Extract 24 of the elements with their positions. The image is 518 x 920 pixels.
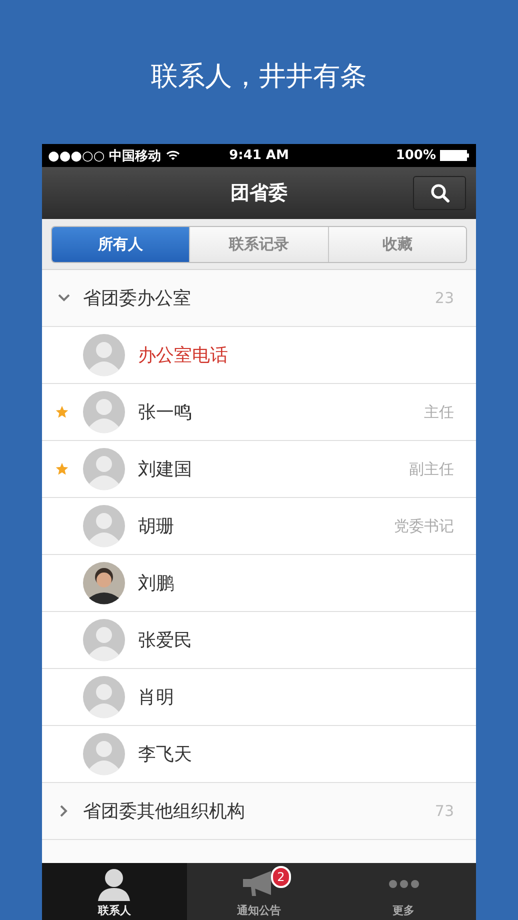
search-button[interactable]	[413, 176, 466, 210]
search-icon	[430, 183, 450, 203]
contact-row[interactable]: 胡珊 党委书记	[42, 498, 476, 555]
person-icon	[96, 867, 132, 901]
contact-row[interactable]: 刘鹏	[42, 555, 476, 612]
contact-row[interactable]: 肖明	[42, 669, 476, 726]
chevron-down-icon	[58, 294, 70, 302]
badge: 2	[271, 866, 291, 888]
wifi-icon	[166, 150, 180, 161]
contact-row[interactable]: 张一鸣 主任	[42, 384, 476, 441]
chevron-right-icon	[58, 805, 70, 817]
contact-row[interactable]: 李飞天	[42, 726, 476, 783]
contact-row[interactable]: 办公室电话	[42, 327, 476, 384]
carrier-text: ●●●○○ 中国移动	[48, 148, 162, 164]
more-icon	[388, 879, 420, 889]
contact-row[interactable]: 张爱民	[42, 612, 476, 669]
battery-icon	[440, 150, 470, 161]
time-text: 9:41 AM	[229, 148, 289, 163]
headline: 联系人，井井有条	[151, 60, 367, 94]
tab-bar-item[interactable]: 联系人	[42, 863, 187, 920]
contact-row[interactable]: 刘建国 副主任	[42, 441, 476, 498]
segment-tab[interactable]: 所有人	[52, 226, 190, 262]
battery-text: 100%	[396, 148, 436, 163]
screen-title: 团省委	[230, 181, 288, 206]
